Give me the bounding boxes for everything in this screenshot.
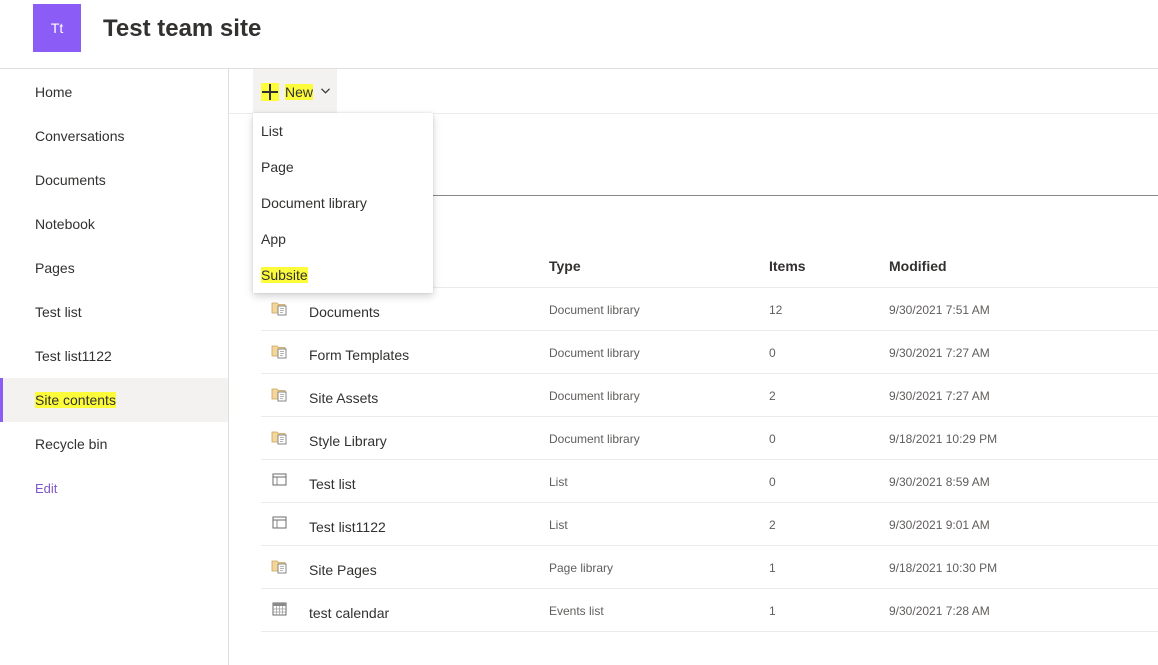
row-items-count: 1	[769, 560, 776, 575]
row-type: List	[549, 474, 568, 489]
nav-item-documents[interactable]: Documents	[0, 158, 228, 202]
column-header-items[interactable]: Items	[769, 244, 806, 288]
nav-item-label: Pages	[35, 260, 75, 276]
menu-item-page[interactable]: Page	[253, 149, 433, 185]
menu-item-subsite[interactable]: Subsite	[253, 257, 433, 293]
row-name-link[interactable]: Documents	[309, 290, 380, 333]
nav-item-label: Test list	[35, 304, 82, 320]
site-header: Tt Test team site	[0, 0, 1158, 69]
nav-item-recycle-bin[interactable]: Recycle bin	[0, 422, 228, 466]
row-modified: 9/30/2021 7:51 AM	[889, 302, 990, 317]
nav-item-conversations[interactable]: Conversations	[0, 114, 228, 158]
document-library-icon	[271, 429, 289, 445]
new-button-label: New	[285, 83, 314, 100]
table-row[interactable]: Style Library Document library 0 9/18/2021 …	[261, 417, 1158, 460]
nav-edit-link[interactable]: Edit	[0, 466, 228, 510]
calendar-icon	[271, 601, 289, 617]
document-library-icon	[271, 300, 289, 316]
row-items-count: 1	[769, 603, 776, 618]
row-items-count: 12	[769, 302, 783, 317]
table-row[interactable]: test calendar Events list 1 9/30/2021 7:28 …	[261, 589, 1158, 632]
row-name-link[interactable]: Site Pages	[309, 548, 377, 591]
row-type: Document library	[549, 302, 640, 317]
row-modified: 9/30/2021 7:27 AM	[889, 345, 990, 360]
row-items-count: 0	[769, 431, 776, 446]
nav-item-label: Documents	[35, 172, 106, 188]
row-modified: 9/18/2021 10:29 PM	[889, 431, 998, 446]
row-type: List	[549, 517, 568, 532]
row-name-link[interactable]: Site Assets	[309, 376, 378, 419]
row-name-link[interactable]: Form Templates	[309, 333, 409, 376]
row-items-count: 0	[769, 345, 776, 360]
row-modified: 9/30/2021 7:28 AM	[889, 603, 990, 618]
site-logo[interactable]: Tt	[33, 4, 81, 52]
menu-item-label: App	[261, 231, 286, 247]
row-name-link[interactable]: Style Library	[309, 419, 387, 462]
nav-item-notebook[interactable]: Notebook	[0, 202, 228, 246]
nav-item-label: Conversations	[35, 128, 125, 144]
list-icon	[271, 472, 289, 488]
row-type: Document library	[549, 431, 640, 446]
row-type: Document library	[549, 388, 640, 403]
document-library-icon	[271, 343, 289, 359]
menu-item-label: Page	[261, 159, 294, 175]
new-button[interactable]: New	[253, 69, 337, 114]
command-bar: New	[229, 69, 1158, 114]
row-items-count: 2	[769, 388, 776, 403]
nav-item-label: Notebook	[35, 216, 95, 232]
table-row[interactable]: Site Assets Document library 2 9/30/2021 7:…	[261, 374, 1158, 417]
column-header-modified[interactable]: Modified	[889, 244, 947, 288]
site-title[interactable]: Test team site	[103, 15, 261, 43]
table-row[interactable]: Test list1122 List 2 9/30/2021 9:01 AM	[261, 503, 1158, 546]
row-type: Events list	[549, 603, 604, 618]
menu-item-label: Document library	[261, 195, 367, 211]
nav-item-label: Test list1122	[35, 348, 112, 364]
new-dropdown-menu: List Page Document library App Subsite	[253, 113, 433, 293]
row-modified: 9/30/2021 7:27 AM	[889, 388, 990, 403]
nav-item-site-contents[interactable]: Site contents	[0, 378, 228, 422]
nav-item-test-list1122[interactable]: Test list1122	[0, 334, 228, 378]
row-type: Document library	[549, 345, 640, 360]
menu-item-label: Subsite	[261, 267, 308, 283]
column-header-type[interactable]: Type	[549, 244, 581, 288]
row-name-link[interactable]: Test list	[309, 462, 356, 505]
chevron-down-icon	[321, 86, 330, 97]
plus-icon	[261, 82, 279, 101]
nav-item-test-list[interactable]: Test list	[0, 290, 228, 334]
row-items-count: 2	[769, 517, 776, 532]
nav-item-home[interactable]: Home	[0, 70, 228, 114]
document-library-icon	[271, 386, 289, 402]
row-modified: 9/30/2021 8:59 AM	[889, 474, 990, 489]
nav-item-label: Site contents	[35, 392, 116, 408]
nav-item-pages[interactable]: Pages	[0, 246, 228, 290]
left-navigation: Home Conversations Documents Notebook Pa…	[0, 69, 229, 665]
row-name-link[interactable]: test calendar	[309, 591, 389, 634]
menu-item-app[interactable]: App	[253, 221, 433, 257]
row-items-count: 0	[769, 474, 776, 489]
row-type: Page library	[549, 560, 614, 575]
menu-item-label: List	[261, 123, 283, 139]
table-row[interactable]: Site Pages Page library 1 9/18/2021 10:30 P…	[261, 546, 1158, 589]
row-modified: 9/30/2021 9:01 AM	[889, 517, 990, 532]
row-name-link[interactable]: Test list1122	[309, 505, 386, 548]
menu-item-list[interactable]: List	[253, 113, 433, 149]
edit-label: Edit	[35, 480, 58, 496]
table-row[interactable]: Form Templates Document library 0 9/30/2021…	[261, 331, 1158, 374]
table-row[interactable]: Documents Document library 12 9/30/2021 7:5…	[261, 288, 1158, 331]
row-modified: 9/18/2021 10:30 PM	[889, 560, 998, 575]
menu-item-document-library[interactable]: Document library	[253, 185, 433, 221]
nav-item-label: Recycle bin	[35, 436, 108, 452]
nav-item-label: Home	[35, 84, 73, 100]
table-row[interactable]: Test list List 0 9/30/2021 8:59 AM	[261, 460, 1158, 503]
list-icon	[271, 515, 289, 531]
document-library-icon	[271, 558, 289, 574]
